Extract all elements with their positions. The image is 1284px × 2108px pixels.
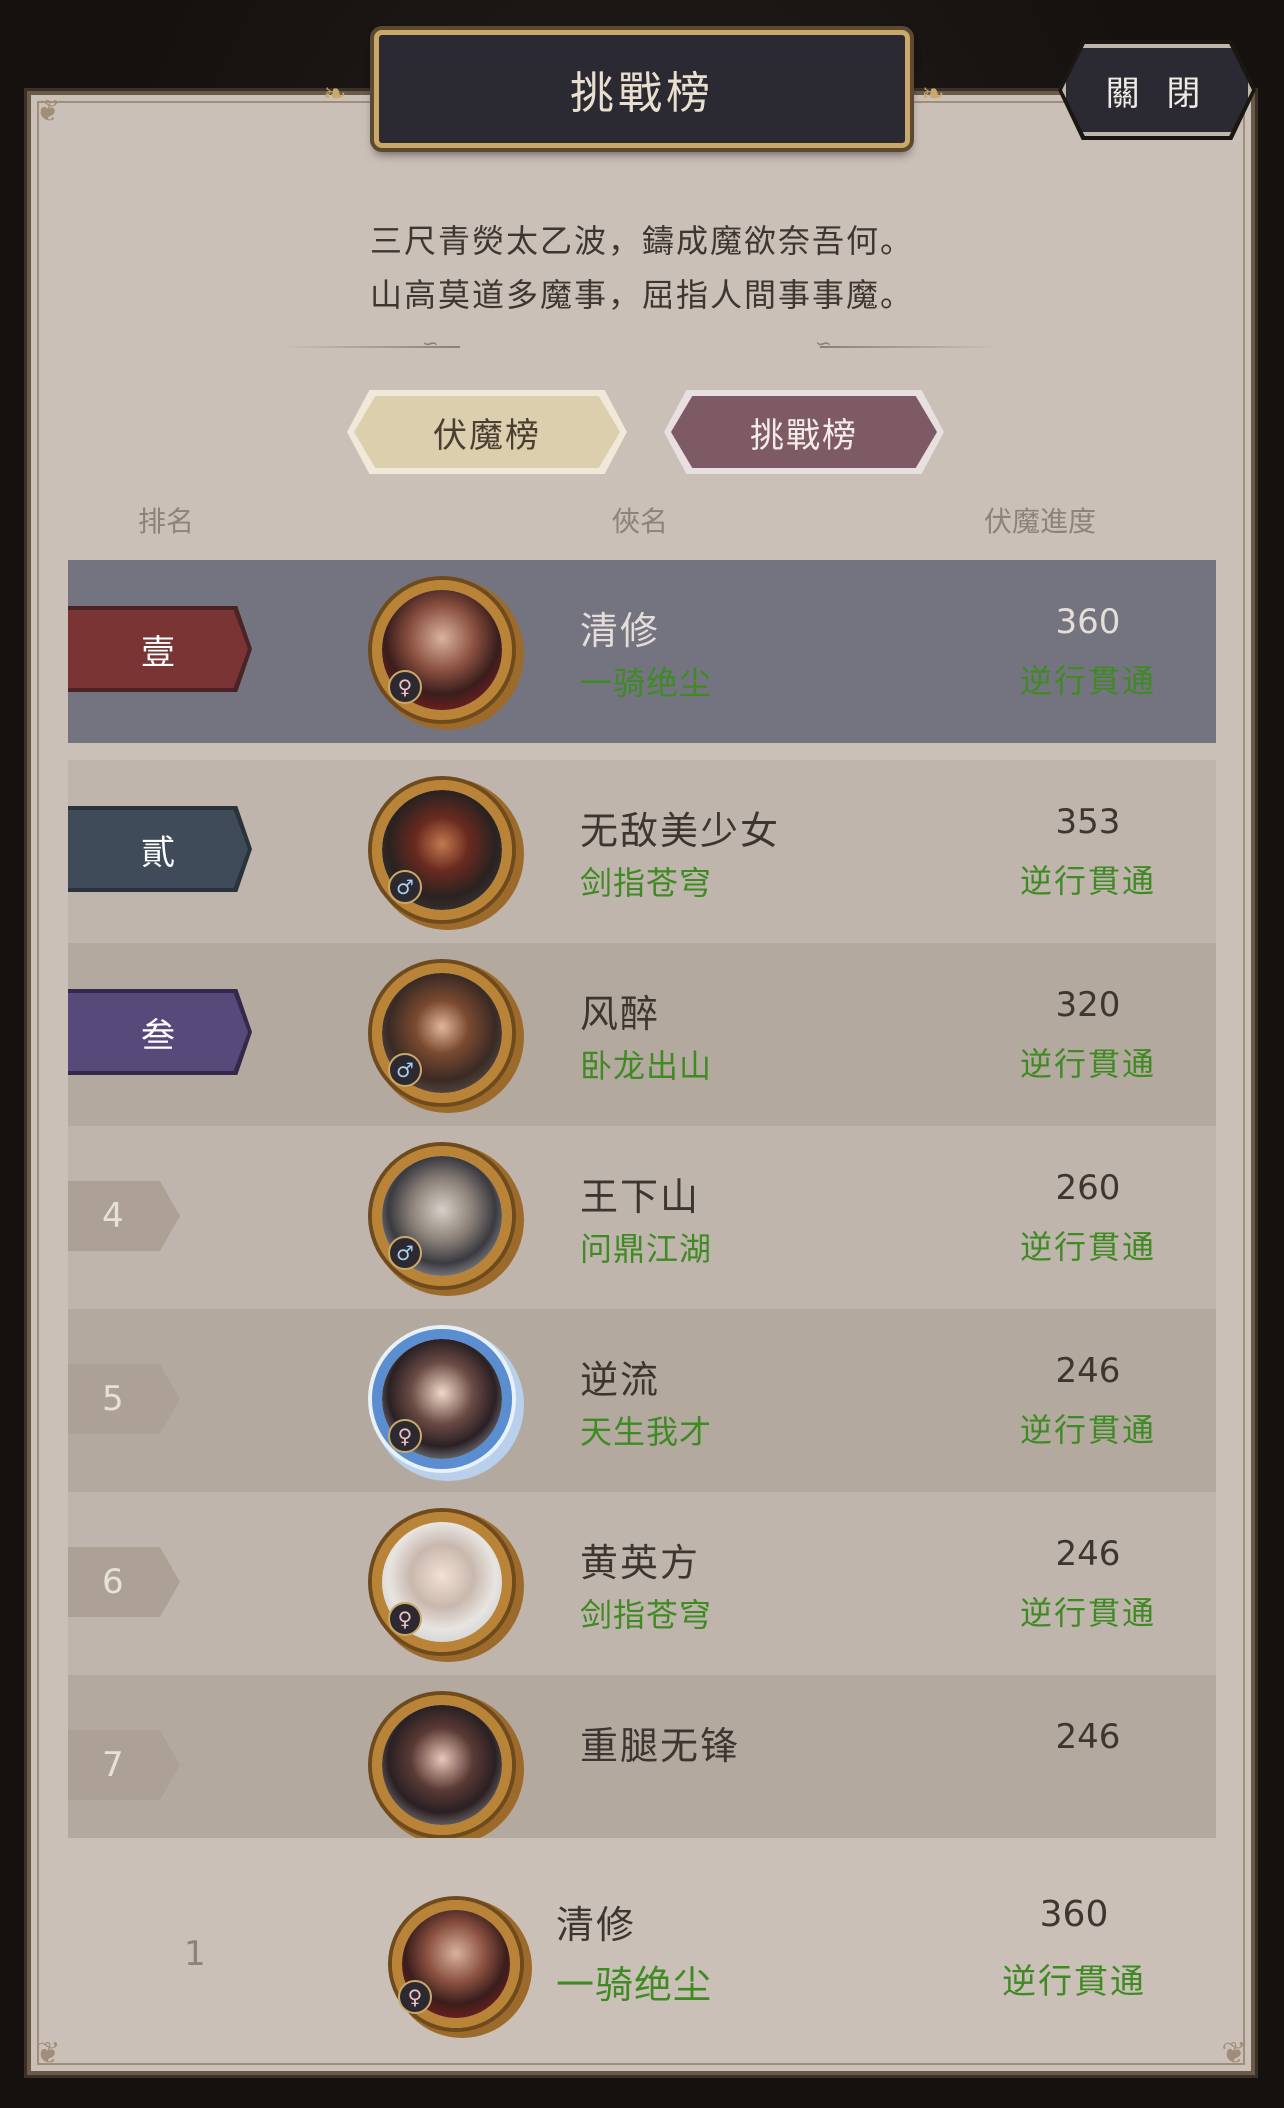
rank-badge: 4 xyxy=(68,1181,180,1251)
self-name: 清修 xyxy=(556,1903,637,1947)
player-name: 王下山 xyxy=(580,1175,701,1219)
rank-badge: 7 xyxy=(68,1730,180,1800)
male-icon: ♂ xyxy=(388,870,422,904)
score-value: 320 xyxy=(1055,985,1121,1025)
poem-line-1: 三尺青熒太乙波，鑄成魔欲奈吾何。 xyxy=(369,222,914,260)
self-progress: 逆行貫通 xyxy=(1002,1962,1146,2002)
player-name: 重腿无锋 xyxy=(580,1724,741,1768)
divider: ∽ ∽ xyxy=(280,331,1000,355)
progress-label: 逆行貫通 xyxy=(1019,662,1156,700)
female-icon: ♀ xyxy=(398,1980,432,2014)
player-name: 黄英方 xyxy=(580,1541,701,1585)
column-header-progress: 伏魔進度 xyxy=(984,505,1097,538)
table-row[interactable]: 壹 ♀ 清修 一骑绝尘 360 逆行貫通 xyxy=(68,560,1216,743)
table-row[interactable]: 4 ♂ 王下山 问鼎江湖 260 逆行貫通 xyxy=(68,1126,1216,1309)
page-title: 挑戰榜 xyxy=(570,68,714,119)
male-icon: ♂ xyxy=(388,1236,422,1270)
tab-fumo[interactable]: 伏魔榜 xyxy=(354,396,620,468)
avatar[interactable] xyxy=(372,1695,512,1835)
title-left-ornament-icon: ❧ xyxy=(323,77,347,110)
rank-badge: 壹 xyxy=(68,610,248,688)
player-title: 问鼎江湖 xyxy=(580,1230,713,1268)
player-name: 清修 xyxy=(580,609,661,653)
title-right-ornament-icon: ❧ xyxy=(921,77,945,110)
rank-badge: 貳 xyxy=(68,810,248,888)
progress-label: 逆行貫通 xyxy=(1019,862,1156,900)
progress-label: 逆行貫通 xyxy=(1019,1045,1156,1083)
table-row[interactable]: 5 ♀ 逆流 天生我才 246 逆行貫通 xyxy=(68,1309,1216,1492)
progress-label: 逆行貫通 xyxy=(1019,1411,1156,1449)
table-row[interactable]: 6 ♀ 黄英方 剑指苍穹 246 逆行貫通 xyxy=(68,1492,1216,1675)
female-icon: ♀ xyxy=(388,1419,422,1453)
table-row[interactable]: 叁 ♂ 风醉 卧龙出山 320 逆行貫通 xyxy=(68,943,1216,1126)
player-title: 剑指苍穹 xyxy=(580,864,713,902)
ranking-list[interactable]: 壹 ♀ 清修 一骑绝尘 360 逆行貫通 貳 ♂ 无敌美少女 剑指苍穹 353 … xyxy=(68,560,1216,1838)
player-name: 风醉 xyxy=(580,992,661,1036)
male-icon: ♂ xyxy=(388,1053,422,1087)
score-value: 260 xyxy=(1055,1168,1121,1208)
score-value: 246 xyxy=(1055,1351,1121,1391)
self-score: 360 xyxy=(1039,1894,1109,1935)
corner-ornament-icon: ❦ xyxy=(35,94,61,129)
score-value: 246 xyxy=(1055,1534,1121,1574)
self-rank: 1 xyxy=(184,1934,206,1974)
progress-label: 逆行貫通 xyxy=(1019,1228,1156,1266)
score-value: 246 xyxy=(1055,1717,1121,1757)
progress-label: 逆行貫通 xyxy=(1019,1594,1156,1632)
rank-badge: 叁 xyxy=(68,993,248,1071)
column-header-name: 俠名 xyxy=(612,505,669,538)
score-value: 360 xyxy=(1055,602,1121,642)
poem-line-2: 山高莫道多魔事，屈指人間事事魔。 xyxy=(369,276,914,314)
corner-ornament-icon: ❦ xyxy=(1221,2036,1247,2071)
rank-badge: 5 xyxy=(68,1364,180,1434)
self-title: 一骑绝尘 xyxy=(556,1963,713,2007)
tab-challenge[interactable]: 挑戰榜 xyxy=(671,396,937,468)
score-value: 353 xyxy=(1055,802,1121,842)
close-button[interactable]: 關 閉 xyxy=(1062,44,1252,136)
player-title: 天生我才 xyxy=(580,1413,713,1451)
female-icon: ♀ xyxy=(388,1602,422,1636)
player-title: 一骑绝尘 xyxy=(580,664,713,702)
player-name: 逆流 xyxy=(580,1358,661,1402)
player-title: 卧龙出山 xyxy=(580,1047,713,1085)
title-plaque: ❧ 挑戰榜 ❧ xyxy=(323,30,944,148)
table-row[interactable]: 7 重腿无锋 246 xyxy=(68,1675,1216,1838)
corner-ornament-icon: ❦ xyxy=(35,2036,61,2071)
player-title: 剑指苍穹 xyxy=(580,1596,713,1634)
player-name: 无敌美少女 xyxy=(580,809,781,853)
female-icon: ♀ xyxy=(388,670,422,704)
rank-badge: 6 xyxy=(68,1547,180,1617)
table-row[interactable]: 貳 ♂ 无敌美少女 剑指苍穹 353 逆行貫通 xyxy=(68,760,1216,943)
column-header-rank: 排名 xyxy=(138,505,195,538)
self-rank-row: 1 ♀ 清修 一骑绝尘 360 逆行貫通 xyxy=(68,1838,1216,2062)
